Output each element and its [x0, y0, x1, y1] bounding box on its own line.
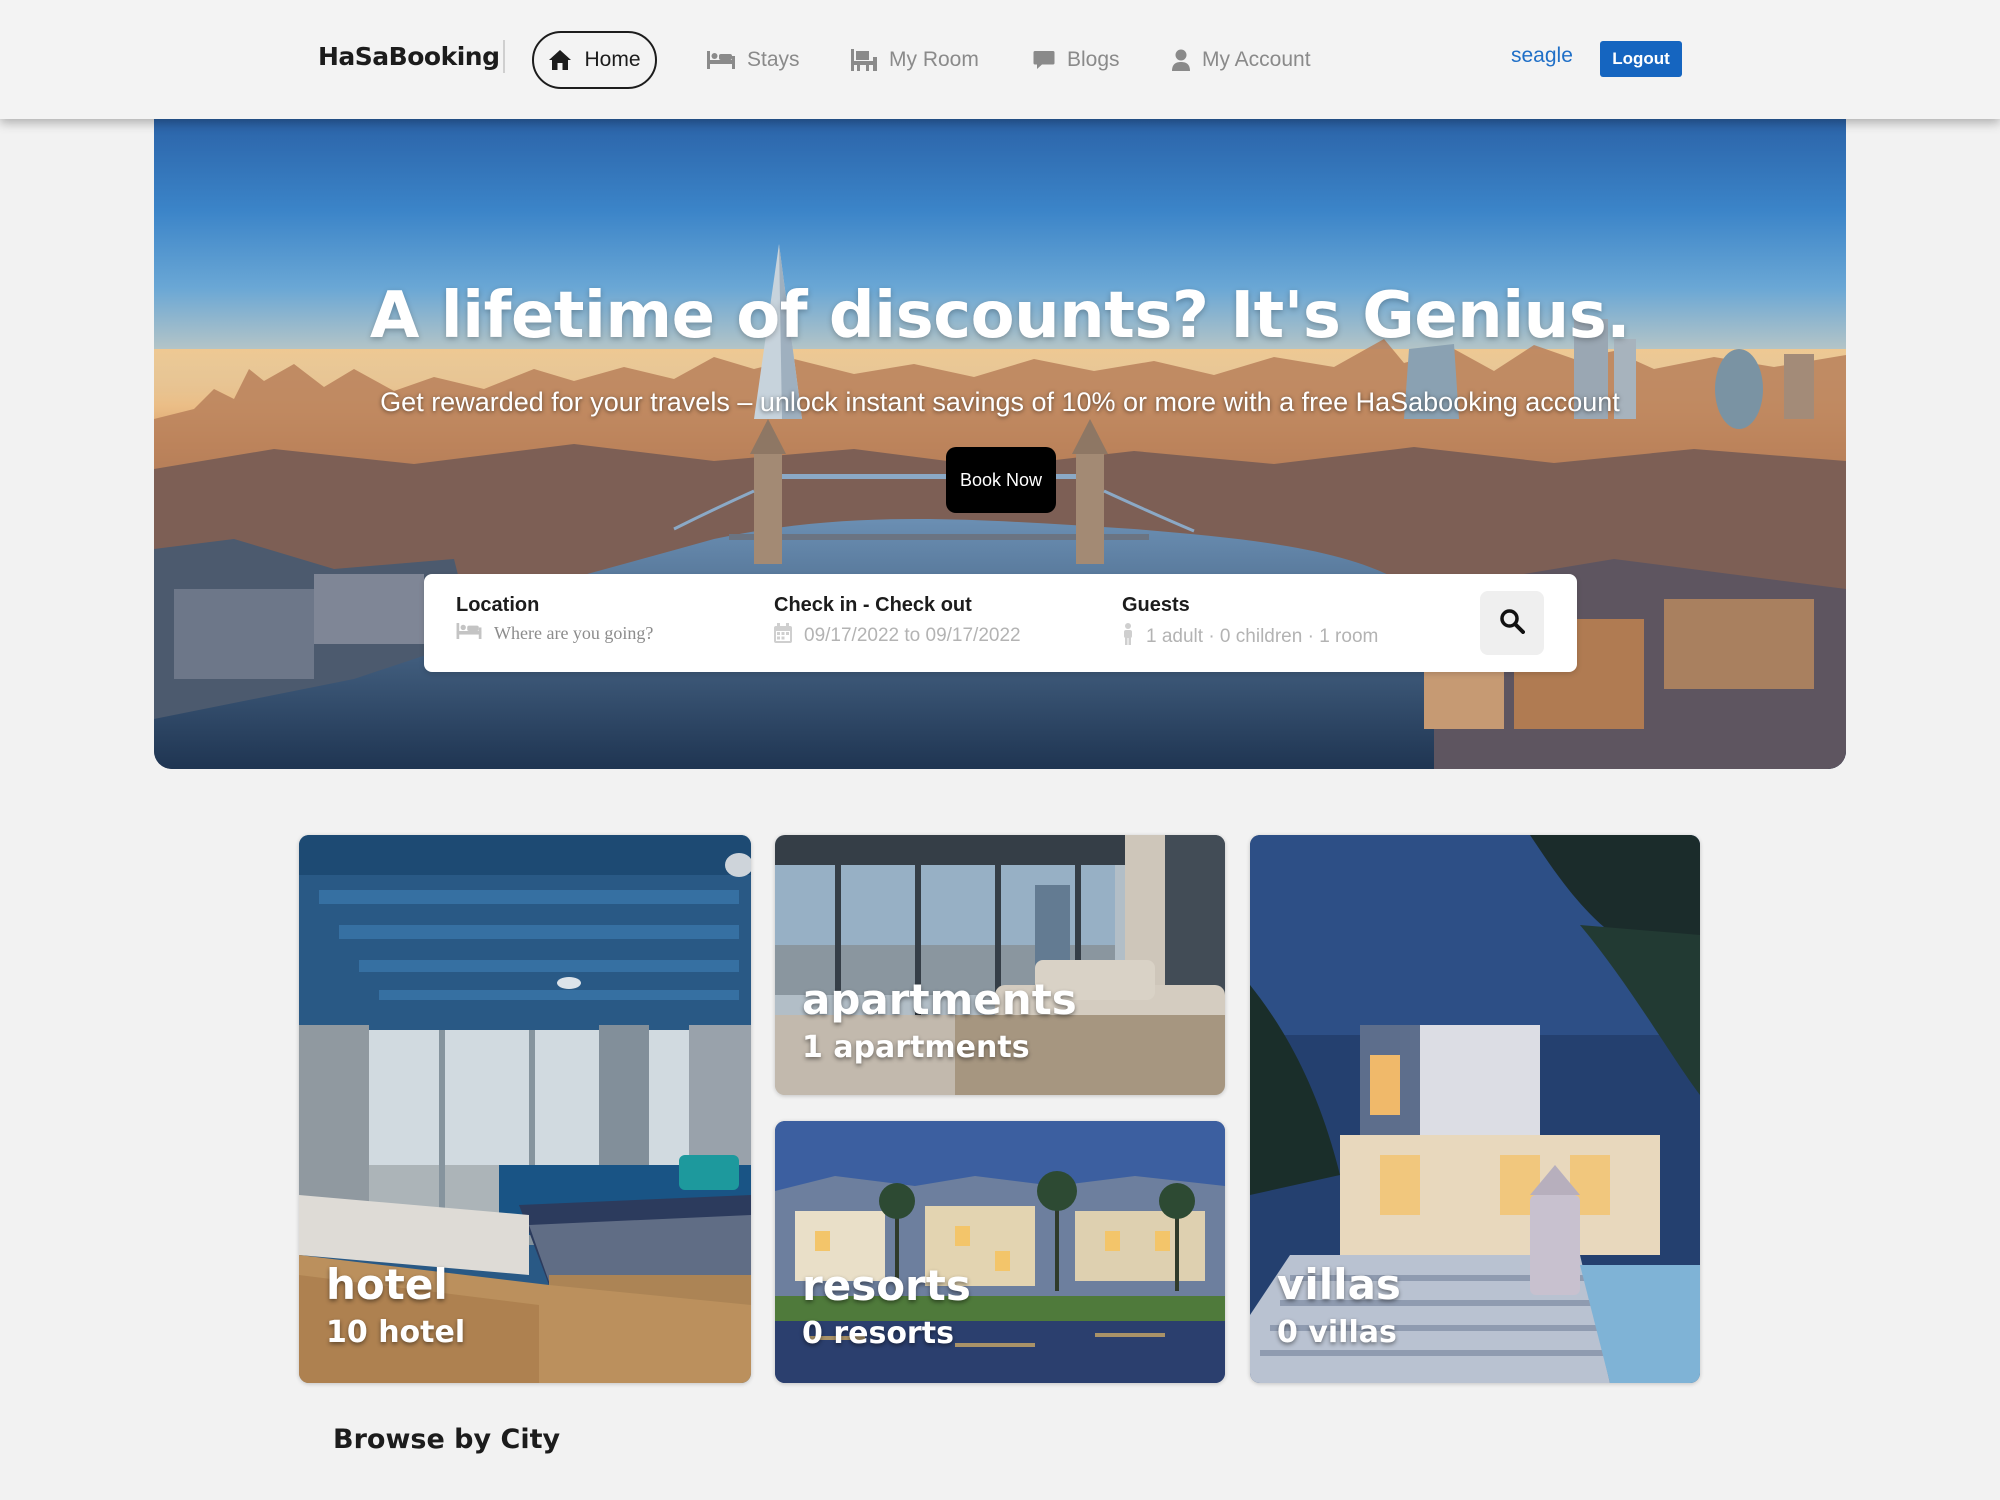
- category-card-hotel[interactable]: hotel 10 hotel: [299, 835, 751, 1383]
- top-navbar: HaSaBooking Home Stays My Room Blogs My …: [0, 0, 2000, 119]
- dates-value[interactable]: 09/17/2022 to 09/17/2022: [804, 625, 1021, 647]
- home-icon: [548, 49, 572, 71]
- nav-item-label: My Account: [1202, 48, 1311, 71]
- category-count: 0 villas: [1277, 1315, 1397, 1350]
- search-bar: Location Where are you going? Check in -…: [424, 574, 1577, 672]
- location-field[interactable]: Location Where are you going?: [456, 594, 653, 644]
- nav-item-label: Blogs: [1067, 48, 1120, 71]
- logout-button[interactable]: Logout: [1600, 41, 1682, 77]
- category-count: 1 apartments: [802, 1030, 1030, 1065]
- dates-label: Check in - Check out: [774, 594, 972, 616]
- calendar-icon: [774, 623, 792, 648]
- nav-item-my-room[interactable]: My Room: [851, 44, 979, 76]
- bed-icon: [707, 51, 735, 69]
- book-now-button[interactable]: Book Now: [946, 447, 1056, 513]
- location-input[interactable]: Where are you going?: [494, 623, 653, 644]
- username-link[interactable]: seagle: [1511, 44, 1573, 68]
- nav-item-blogs[interactable]: Blogs: [1033, 44, 1120, 76]
- hero-subtitle: Get rewarded for your travels – unlock i…: [380, 387, 1620, 417]
- nav-item-my-account[interactable]: My Account: [1172, 44, 1311, 76]
- category-card-apartments[interactable]: apartments 1 apartments: [775, 835, 1225, 1095]
- guests-value[interactable]: 1 adult · 0 children · 1 room: [1146, 626, 1378, 648]
- guests-field[interactable]: Guests 1 adult · 0 children · 1 room: [1122, 594, 1378, 650]
- comment-icon: [1033, 50, 1055, 70]
- brand-logo[interactable]: HaSaBooking: [318, 42, 500, 71]
- location-label: Location: [456, 594, 540, 616]
- nav-item-label: Stays: [747, 48, 800, 71]
- category-count: 10 hotel: [326, 1315, 466, 1350]
- category-title: apartments: [802, 975, 1077, 1024]
- nav-item-stays[interactable]: Stays: [707, 44, 800, 76]
- nav-home-button[interactable]: Home: [532, 31, 657, 89]
- room-icon: [851, 49, 877, 71]
- browse-by-city-heading: Browse by City: [333, 1424, 561, 1455]
- category-card-resorts[interactable]: resorts 0 resorts: [775, 1121, 1225, 1383]
- nav-item-label: My Room: [889, 48, 979, 71]
- hero-title: A lifetime of discounts? It's Genius.: [369, 279, 1631, 353]
- nav-home-label: Home: [584, 48, 641, 71]
- bed-icon: [456, 623, 482, 644]
- category-title: villas: [1277, 1260, 1401, 1309]
- dates-field[interactable]: Check in - Check out 09/17/2022 to 09/17…: [774, 594, 1021, 648]
- category-card-villas[interactable]: villas 0 villas: [1250, 835, 1700, 1383]
- brand-divider: [503, 40, 505, 73]
- category-title: resorts: [802, 1261, 971, 1310]
- guests-label: Guests: [1122, 594, 1190, 616]
- person-icon: [1122, 623, 1134, 650]
- user-icon: [1172, 49, 1190, 71]
- category-count: 0 resorts: [802, 1316, 954, 1351]
- search-button[interactable]: [1480, 591, 1544, 655]
- category-title: hotel: [326, 1260, 448, 1309]
- search-icon: [1499, 608, 1525, 639]
